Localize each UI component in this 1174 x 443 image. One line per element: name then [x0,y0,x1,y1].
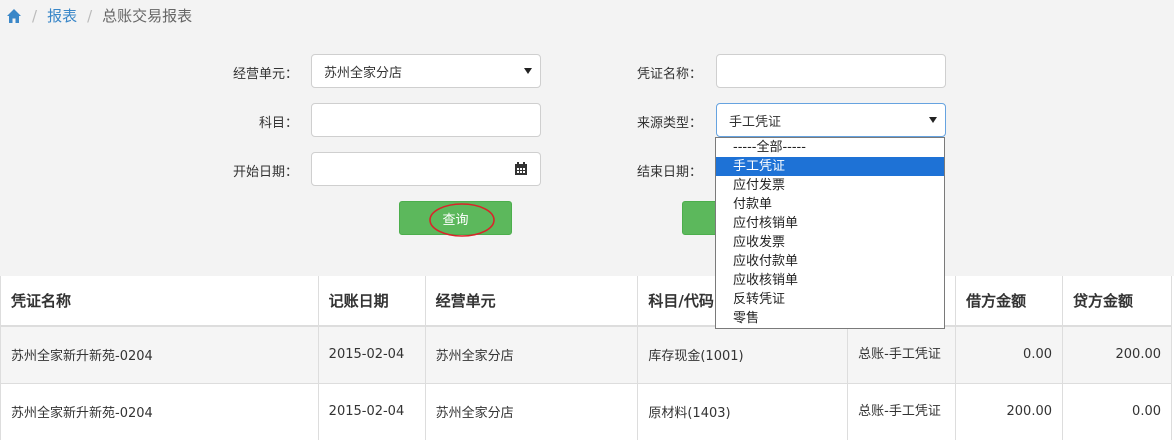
business-unit-value: 苏州全家分店 [324,65,403,81]
option-payment-slip[interactable]: 付款单 [716,195,944,214]
source-type-dropdown-list[interactable]: -----全部----- 手工凭证 应付发票 付款单 应付核销单 应收发票 应收… [715,137,945,329]
option-receivable-invoice[interactable]: 应收发票 [716,233,944,252]
option-payable-writeoff[interactable]: 应付核销单 [716,214,944,233]
ledger-table: 凭证名称 记账日期 经营单元 科目/代码 借方金额 贷方金额 苏州全家新升新苑-… [0,276,1172,440]
breadcrumb-current: 总账交易报表 [102,7,193,25]
business-unit-select[interactable]: 苏州全家分店 [311,54,541,88]
breadcrumb-separator: / [32,6,38,25]
option-reverse-voucher[interactable]: 反转凭证 [716,290,944,309]
cell-source: 总账-手工凭证 [847,382,957,440]
cell-posting-date: 2015-02-04 [318,382,426,440]
cell-source: 总账-手工凭证 [847,325,957,383]
cell-credit-amount: 200.00 [1062,325,1172,383]
cell-business-unit: 苏州全家分店 [425,325,639,383]
calendar-button[interactable] [501,152,541,186]
cell-debit-amount: 0.00 [955,325,1063,383]
source-type-select[interactable]: 手工凭证 [716,103,946,137]
header-voucher-name[interactable]: 凭证名称 [0,276,319,327]
source-type-label: 来源类型： [636,116,702,131]
header-debit-amount[interactable]: 借方金额 [955,276,1063,327]
cell-voucher-name: 苏州全家新升新苑-0204 [0,382,319,440]
header-posting-date[interactable]: 记账日期 [318,276,426,327]
start-date-label: 开始日期： [232,165,298,180]
voucher-name-input[interactable] [716,54,946,88]
voucher-name-label: 凭证名称： [636,67,702,82]
header-credit-amount[interactable]: 贷方金额 [1062,276,1172,327]
subject-label: 科目： [258,116,298,131]
cell-voucher-name: 苏州全家新升新苑-0204 [0,325,319,383]
cell-subject-code: 原材料(1403) [637,382,849,440]
option-retail[interactable]: 零售 [716,309,944,328]
annotation-circle [429,203,495,237]
end-date-label: 结束日期： [636,165,702,180]
cell-credit-amount: 0.00 [1062,382,1172,440]
table-row[interactable]: 苏州全家新升新苑-0204 2015-02-04 苏州全家分店 库存现金(100… [0,325,1172,383]
table-row[interactable]: 苏州全家新升新苑-0204 2015-02-04 苏州全家分店 原材料(1403… [0,382,1172,440]
filter-panel: / 报表 / 总账交易报表 经营单元： 苏州全家分店 凭证名称： 科目： 来源类… [0,0,1174,276]
breadcrumb-reports-link[interactable]: 报表 [47,5,77,26]
source-type-value: 手工凭证 [729,114,782,130]
table-header-row: 凭证名称 记账日期 经营单元 科目/代码 借方金额 贷方金额 [0,276,1172,327]
start-date-input[interactable] [311,152,502,186]
option-receivable-payment[interactable]: 应收付款单 [716,252,944,271]
breadcrumb-separator: / [87,6,93,25]
cell-posting-date: 2015-02-04 [318,325,426,383]
cell-business-unit: 苏州全家分店 [425,382,639,440]
cell-subject-code: 库存现金(1001) [637,325,849,383]
chevron-down-icon [929,117,937,123]
business-unit-label: 经营单元： [232,67,298,82]
calendar-icon [514,162,527,175]
option-payable-invoice[interactable]: 应付发票 [716,176,944,195]
chevron-down-icon [524,68,532,74]
cell-debit-amount: 200.00 [955,382,1063,440]
option-all[interactable]: -----全部----- [716,138,944,157]
header-business-unit[interactable]: 经营单元 [425,276,639,327]
option-receivable-writeoff[interactable]: 应收核销单 [716,271,944,290]
option-manual-voucher[interactable]: 手工凭证 [716,157,944,176]
home-icon[interactable] [6,8,22,24]
breadcrumb: / 报表 / 总账交易报表 [6,5,192,26]
subject-input[interactable] [311,103,541,137]
